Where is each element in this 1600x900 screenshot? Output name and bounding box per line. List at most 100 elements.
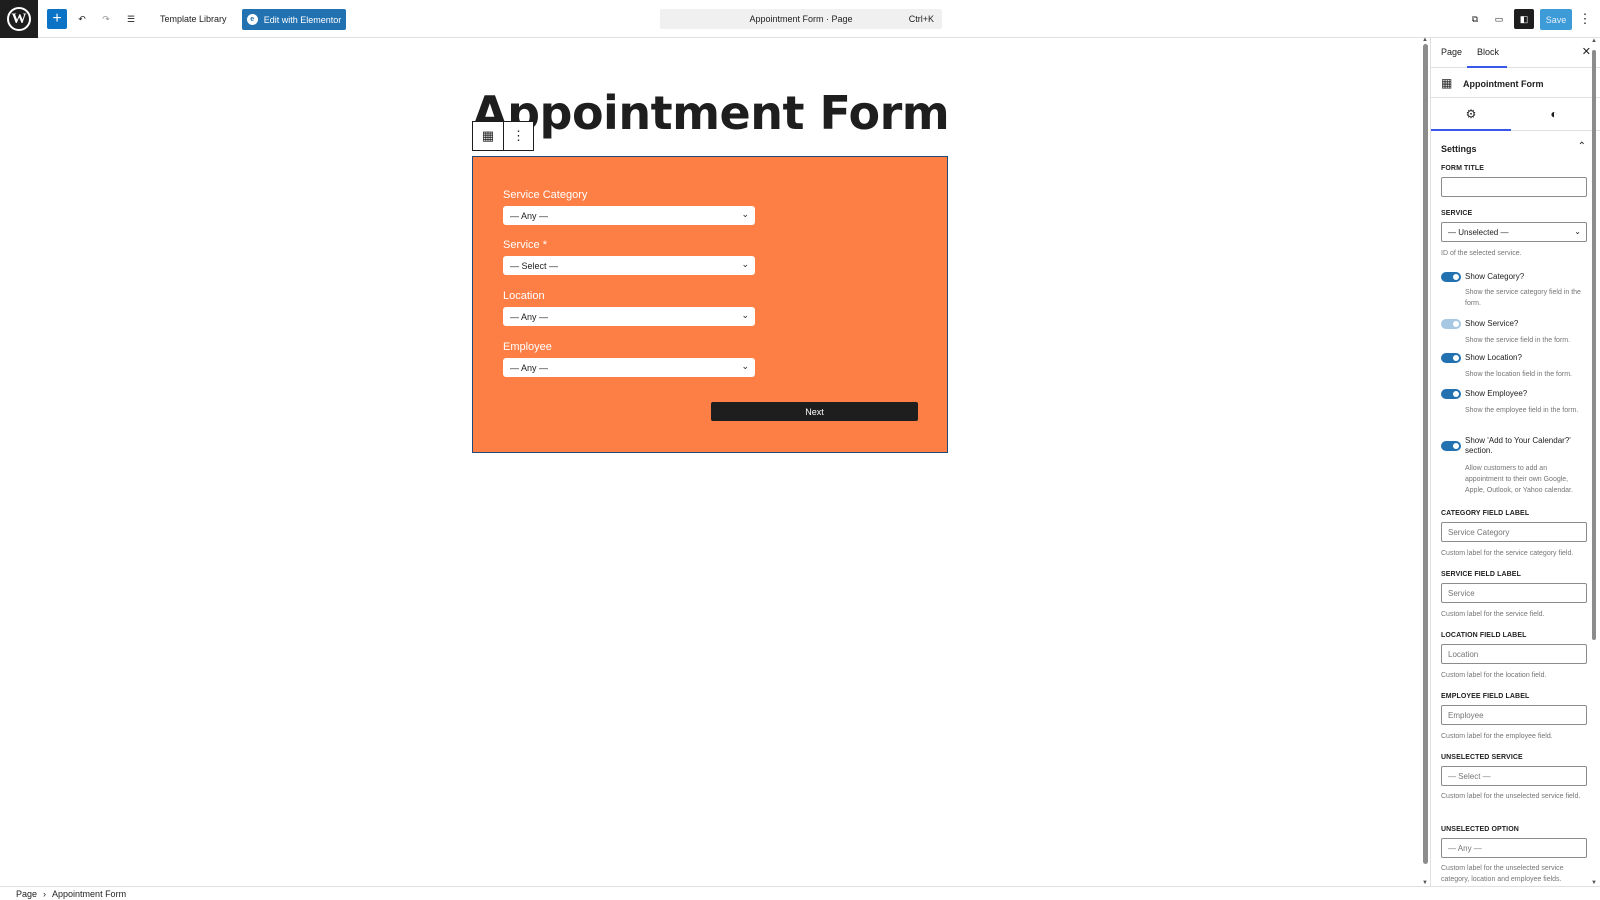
appointment-form-block-icon[interactable]: ▦ — [473, 122, 503, 150]
command-palette-bar[interactable]: Appointment Form · Page Ctrl+K — [660, 9, 942, 29]
employee-select[interactable]: — Any — ⌄ — [503, 358, 755, 377]
canvas-scroll-thumb[interactable] — [1423, 44, 1428, 864]
unselected-service-heading: Unselected service — [1441, 754, 1523, 761]
document-title: Appointment Form · Page — [749, 14, 853, 24]
view-page-icon[interactable]: ⧉ — [1466, 9, 1484, 29]
editor-app: W + ↶ ↷ ☰ Template Library e Edit with E… — [0, 0, 1600, 900]
next-button[interactable]: Next — [711, 402, 918, 421]
chevron-down-icon: ⌄ — [741, 209, 749, 219]
category-field-label-input[interactable]: Service Category — [1441, 522, 1587, 542]
sidebar-tabs: Page Block ✕ — [1431, 38, 1600, 68]
show-service-toggle[interactable] — [1441, 319, 1461, 329]
tab-page[interactable]: Page — [1441, 47, 1462, 57]
service-label-text: Service — [503, 239, 540, 251]
location-field-label-help: Custom label for the location field. — [1441, 672, 1547, 679]
show-employee-label: Show Employee? — [1465, 389, 1528, 398]
show-service-label: Show Service? — [1465, 319, 1519, 328]
unselected-option-input[interactable]: — Any — — [1441, 838, 1587, 858]
location-label: Location — [503, 290, 545, 302]
breadcrumb-item-page[interactable]: Page — [16, 889, 37, 899]
chevron-down-icon: ⌄ — [1574, 227, 1581, 236]
employee-field-label-help: Custom label for the employee field. — [1441, 733, 1553, 740]
edit-with-elementor-button[interactable]: e Edit with Elementor — [242, 9, 346, 30]
service-field-label-heading: Service field label — [1441, 571, 1521, 578]
edit-with-elementor-label: Edit with Elementor — [263, 14, 342, 25]
styles-icon[interactable]: ◐ — [1544, 107, 1564, 121]
unselected-option-placeholder: — Any — — [1448, 843, 1482, 853]
scroll-up-icon[interactable]: ▲ — [1422, 37, 1428, 43]
show-add-to-calendar-label: Show 'Add to Your Calendar?' section. — [1465, 436, 1571, 455]
settings-sidebar-toggle-icon[interactable]: ◧ — [1514, 9, 1534, 29]
form-title-input[interactable] — [1441, 177, 1587, 197]
form-title-label: Form title — [1441, 165, 1484, 172]
unselected-service-placeholder: — Select — — [1448, 771, 1491, 781]
employee-value: — Any — — [510, 362, 549, 373]
service-label: Service * — [503, 239, 547, 251]
editor-canvas: Appointment Form ▦ ⋮ Service Category — … — [0, 38, 1420, 886]
redo-icon[interactable]: ↷ — [98, 9, 114, 29]
active-settings-tab-indicator — [1431, 129, 1511, 131]
elementor-icon: e — [246, 14, 258, 25]
category-field-label-placeholder: Service Category — [1448, 527, 1510, 537]
employee-field-label-heading: Employee field label — [1441, 693, 1530, 700]
template-library-button[interactable]: Template Library — [160, 9, 227, 29]
location-value: — Any — — [510, 311, 549, 322]
required-mark: * — [542, 239, 548, 251]
canvas-scrollbar[interactable]: ▲ ▼ — [1422, 37, 1430, 886]
undo-icon[interactable]: ↶ — [74, 9, 90, 29]
employee-field-label-input[interactable]: Employee — [1441, 705, 1587, 725]
category-field-label-help: Custom label for the service category fi… — [1441, 550, 1574, 557]
wordpress-icon: W — [7, 7, 31, 31]
service-field-label-help: Custom label for the service field. — [1441, 611, 1545, 618]
service-category-label: Service Category — [503, 189, 588, 201]
service-setting-select[interactable]: — Unselected — ⌄ — [1441, 222, 1587, 242]
sidebar-scrollbar[interactable]: ▲ ▼ — [1590, 38, 1598, 886]
sidebar-scroll-thumb[interactable] — [1592, 50, 1596, 640]
command-shortcut: Ctrl+K — [908, 14, 934, 24]
show-add-to-calendar-help: Allow customers to add an appointment to… — [1465, 465, 1573, 494]
page-title[interactable]: Appointment Form — [472, 86, 950, 140]
block-options-icon[interactable]: ⋮ — [503, 122, 533, 150]
breadcrumb-item-appointment-form[interactable]: Appointment Form — [52, 889, 126, 899]
appointment-form-block[interactable]: Service Category — Any — ⌄ Service * — S… — [472, 156, 948, 453]
service-setting-label: Service — [1441, 210, 1473, 217]
preview-device-icon[interactable]: ▭ — [1490, 9, 1508, 29]
show-employee-help: Show the employee field in the form. — [1465, 407, 1579, 414]
settings-style-tabs: ⚙ ◐ — [1431, 98, 1600, 131]
service-field-label-placeholder: Service — [1448, 588, 1475, 598]
service-setting-value: — Unselected — — [1448, 227, 1509, 237]
show-category-toggle[interactable] — [1441, 272, 1461, 282]
save-button[interactable]: Save — [1540, 9, 1572, 30]
editor-top-bar: W + ↶ ↷ ☰ Template Library e Edit with E… — [0, 0, 1600, 38]
chevron-down-icon: ⌄ — [741, 259, 749, 269]
chevron-up-icon[interactable]: ⌃ — [1578, 141, 1586, 152]
show-category-help: Show the service category field in the f… — [1465, 289, 1581, 307]
show-location-label: Show Location? — [1465, 353, 1522, 362]
service-select[interactable]: — Select — ⌄ — [503, 256, 755, 275]
unselected-service-input[interactable]: — Select — — [1441, 766, 1587, 786]
block-card: ▦ Appointment Form — [1431, 68, 1600, 98]
scroll-up-icon[interactable]: ▲ — [1591, 38, 1597, 44]
service-field-label-input[interactable]: Service — [1441, 583, 1587, 603]
show-location-toggle[interactable] — [1441, 353, 1461, 363]
employee-label: Employee — [503, 341, 552, 353]
employee-field-label-placeholder: Employee — [1448, 710, 1484, 720]
show-employee-toggle[interactable] — [1441, 389, 1461, 399]
service-category-value: — Any — — [510, 210, 549, 221]
show-service-help: Show the service field in the form. — [1465, 337, 1571, 344]
gear-icon[interactable]: ⚙ — [1461, 107, 1481, 121]
service-category-select[interactable]: — Any — ⌄ — [503, 206, 755, 225]
service-value: — Select — — [510, 260, 559, 271]
chevron-down-icon: ⌄ — [741, 361, 749, 371]
options-menu-icon[interactable]: ⋮ — [1579, 9, 1592, 29]
settings-panel-title[interactable]: Settings — [1441, 144, 1477, 154]
breadcrumb: Page › Appointment Form — [0, 886, 1600, 900]
location-field-label-input[interactable]: Location — [1441, 644, 1587, 664]
location-select[interactable]: — Any — ⌄ — [503, 307, 755, 326]
wordpress-logo-button[interactable]: W — [0, 0, 38, 38]
tab-block[interactable]: Block — [1477, 47, 1499, 57]
add-block-button[interactable]: + — [47, 9, 67, 29]
chevron-down-icon: ⌄ — [741, 310, 749, 320]
document-overview-icon[interactable]: ☰ — [123, 9, 139, 29]
show-add-to-calendar-toggle[interactable] — [1441, 441, 1461, 451]
